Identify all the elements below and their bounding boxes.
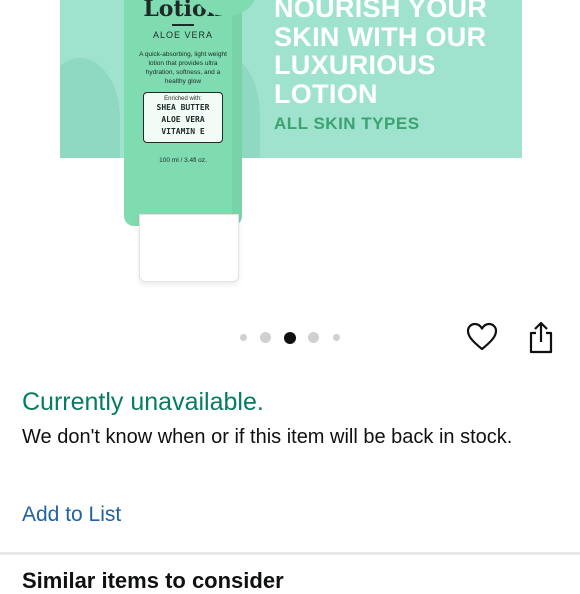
ingredient: ALOE VERA [161,115,205,124]
leaf-decoration [60,58,120,158]
headline-line: NOURISH YOUR [274,0,488,23]
section-divider [0,552,580,555]
bottle-cap [139,214,239,282]
carousel-dot[interactable] [333,334,340,341]
banner-subheading: ALL SKIN TYPES [274,114,420,133]
share-icon[interactable] [526,320,556,354]
banner-headline: NOURISH YOUR SKIN WITH OUR LUXURIOUS LOT… [274,0,514,108]
availability-status: Currently unavailable. [22,388,264,416]
bottle-variant: ALOE VERA [152,30,214,40]
carousel-dot[interactable] [260,332,271,343]
banner-text: NOURISH YOUR SKIN WITH OUR LUXURIOUS LOT… [274,0,514,134]
headline-line: SKIN WITH OUR [274,21,487,52]
bottle-description: A quick-absorbing, light weight lotion t… [139,51,227,85]
enriched-box: Enriched with: SHEA BUTTER ALOE VERA VIT… [143,92,223,143]
heart-icon[interactable] [466,322,498,352]
availability-message: We don't know when or if this item will … [22,426,513,448]
headline-line: LUXURIOUS [274,50,436,80]
carousel-dot[interactable] [308,332,319,343]
ingredient: SHEA BUTTER [156,103,210,112]
ingredient: VITAMIN E [161,127,205,136]
add-to-list-link[interactable]: Add to List [22,503,121,527]
carousel-dot[interactable] [240,334,247,341]
bottle-divider [172,24,194,26]
headline-line: LOTION [274,78,378,109]
bottle-size: 100 ml / 3.4fl oz. [159,157,207,164]
carousel-dot-active[interactable] [284,332,296,344]
product-bottle: Lotion ALOE VERA A quick-absorbing, ligh… [124,0,256,226]
similar-items-title: Similar items to consider [22,568,284,593]
